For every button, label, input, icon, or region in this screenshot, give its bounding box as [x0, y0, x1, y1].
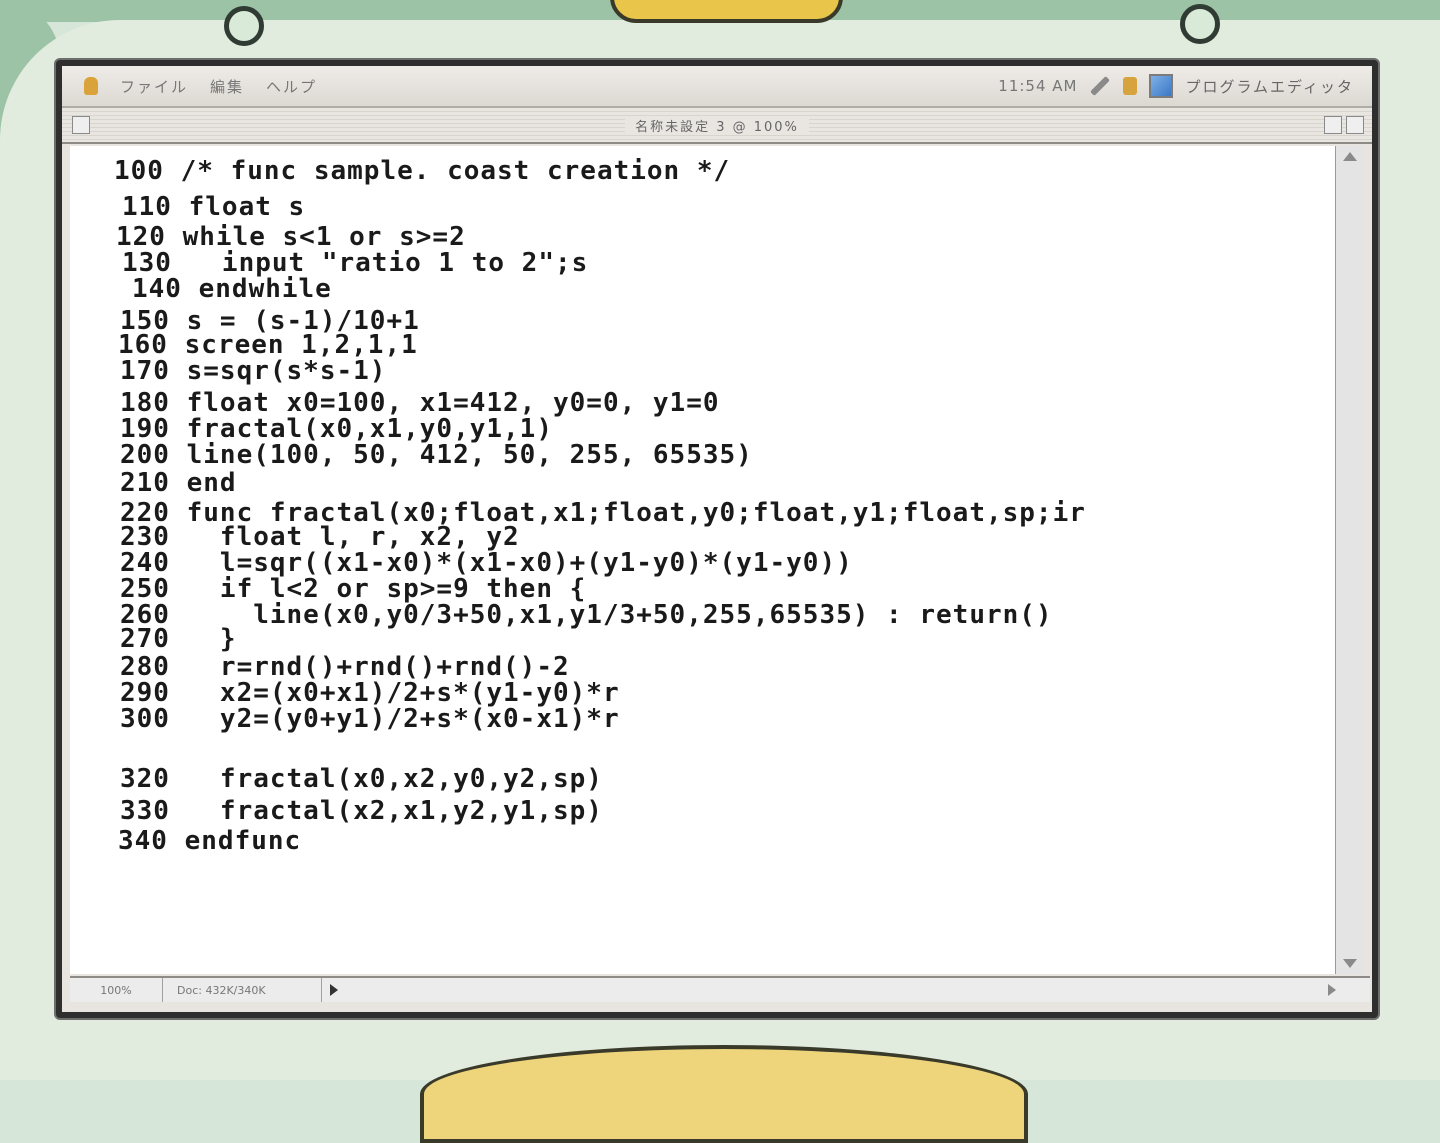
- window-title: 名称未設定 3 @ 100%: [625, 115, 809, 135]
- code-editor[interactable]: 100 /* func sample. coast creation */ 11…: [70, 146, 1336, 974]
- application-menu-icon[interactable]: [1149, 74, 1174, 98]
- menubar-right-group: 11:54 AM プログラムエディッタ: [998, 74, 1354, 98]
- page-forward-arrow-icon[interactable]: [330, 984, 338, 996]
- yellow-tab-top: [610, 0, 843, 23]
- menubar: ファイル 編集 ヘルプ 11:54 AM プログラムエディッタ: [62, 66, 1372, 108]
- code-line[interactable]: 110 float s: [122, 192, 305, 222]
- pin-right-icon: [1180, 4, 1220, 44]
- code-line[interactable]: 330 fractal(x2,x1,y2,y1,sp): [120, 796, 603, 826]
- close-box-icon[interactable]: [72, 116, 90, 134]
- editor-window: ファイル 編集 ヘルプ 11:54 AM プログラムエディッタ 名称未設定 3 …: [56, 60, 1378, 1018]
- zoom-box-icon[interactable]: [1324, 116, 1342, 134]
- code-line[interactable]: 210 end: [120, 468, 237, 498]
- scroll-up-arrow-icon[interactable]: [1343, 152, 1357, 161]
- lock-icon[interactable]: [1123, 77, 1138, 95]
- code-line[interactable]: 320 fractal(x0,x2,y0,y2,sp): [120, 764, 603, 794]
- scroll-down-arrow-icon[interactable]: [1343, 959, 1357, 968]
- menu-edit[interactable]: 編集: [210, 76, 244, 97]
- apple-menu-icon[interactable]: [84, 77, 98, 95]
- menubar-clock[interactable]: 11:54 AM: [998, 77, 1077, 95]
- scroll-right-arrow-icon[interactable]: [1328, 984, 1336, 996]
- menu-help[interactable]: ヘルプ: [266, 76, 317, 97]
- code-line[interactable]: 200 line(100, 50, 412, 50, 255, 65535): [120, 440, 753, 470]
- application-name[interactable]: プログラムエディッタ: [1185, 76, 1354, 97]
- zoom-level[interactable]: 100%: [70, 978, 163, 1002]
- document-size: Doc: 432K/340K: [163, 978, 322, 1002]
- menu-file[interactable]: ファイル: [120, 76, 188, 97]
- vertical-scrollbar[interactable]: [1335, 146, 1364, 974]
- statusbar: 100% Doc: 432K/340K: [70, 976, 1370, 1002]
- code-line[interactable]: 170 s=sqr(s*s-1): [120, 356, 386, 386]
- code-line[interactable]: 300 y2=(y0+y1)/2+s*(x0-x1)*r: [120, 704, 620, 734]
- pin-left-icon: [224, 6, 264, 46]
- code-line[interactable]: 340 endfunc: [118, 826, 301, 856]
- window-titlebar[interactable]: 名称未設定 3 @ 100%: [62, 108, 1372, 144]
- code-line[interactable]: 270 }: [120, 624, 237, 654]
- collapse-box-icon[interactable]: [1346, 116, 1364, 134]
- pencil-icon[interactable]: [1090, 76, 1111, 96]
- yellow-tab-bottom: [420, 1045, 1028, 1143]
- code-line[interactable]: 100 /* func sample. coast creation */: [114, 156, 730, 186]
- code-line[interactable]: 260 line(x0,y0/3+50,x1,y1/3+50,255,65535…: [120, 600, 1053, 630]
- window-inner: ファイル 編集 ヘルプ 11:54 AM プログラムエディッタ 名称未設定 3 …: [62, 66, 1372, 1012]
- code-line[interactable]: 140 endwhile: [132, 274, 332, 304]
